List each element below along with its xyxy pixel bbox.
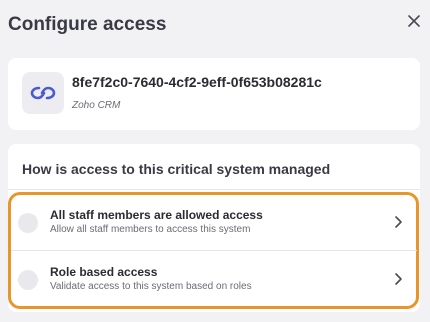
option-description: Allow all staff members to access this s… xyxy=(50,224,251,235)
option-all-staff[interactable]: All staff members are allowed access All… xyxy=(11,195,417,249)
radio-button[interactable] xyxy=(18,213,38,233)
close-icon[interactable] xyxy=(405,12,423,30)
option-description: Validate access to this system based on … xyxy=(50,281,252,292)
option-role-based[interactable]: Role based access Validate access to thi… xyxy=(11,252,417,306)
chevron-right-icon[interactable] xyxy=(391,272,405,286)
divider xyxy=(8,189,420,190)
access-question-card: How is access to this critical system ma… xyxy=(8,144,420,312)
link-icon xyxy=(30,86,56,100)
chevron-right-icon[interactable] xyxy=(391,215,405,229)
system-id: 8fe7f2c0-7640-4cf2-9eff-0f653b08281c xyxy=(72,74,322,90)
radio-button[interactable] xyxy=(18,270,38,290)
option-title: All staff members are allowed access xyxy=(50,208,263,222)
question-title: How is access to this critical system ma… xyxy=(22,161,331,177)
option-title: Role based access xyxy=(50,265,158,279)
system-logo xyxy=(22,72,64,114)
divider xyxy=(11,250,417,251)
dialog-title: Configure access xyxy=(8,14,167,35)
system-card: 8fe7f2c0-7640-4cf2-9eff-0f653b08281c Zoh… xyxy=(8,58,420,130)
dialog-header: Configure access xyxy=(0,0,430,50)
system-name: Zoho CRM xyxy=(72,100,121,111)
